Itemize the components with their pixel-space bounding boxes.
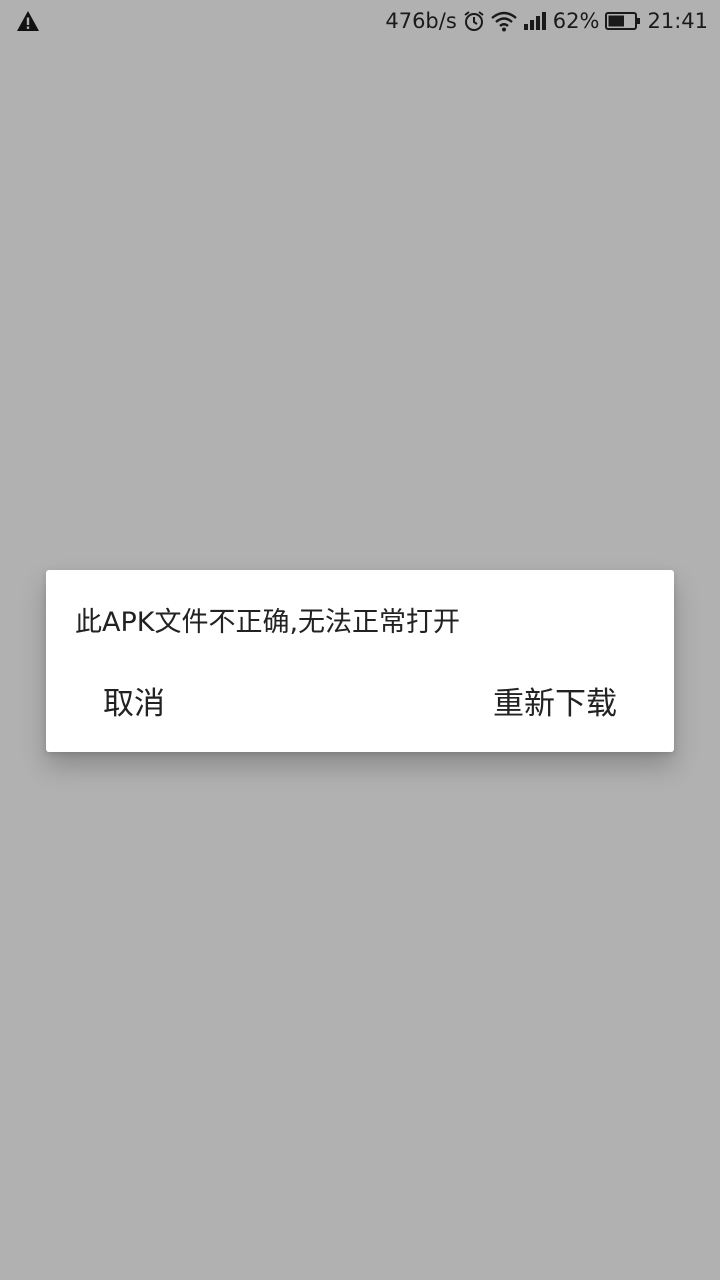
status-indicators: 476b/s 62% 21:41 (385, 0, 708, 42)
redownload-button[interactable]: 重新下载 (493, 678, 617, 730)
battery-fill (608, 15, 625, 27)
alarm-clock-icon (464, 11, 484, 31)
battery-percent: 62% (552, 9, 600, 33)
warning-triangle-icon (17, 11, 39, 31)
error-dialog: 此APK文件不正确,无法正常打开 取消 重新下载 (46, 570, 674, 752)
dialog-message: 此APK文件不正确,无法正常打开 (75, 607, 461, 638)
cancel-button[interactable]: 取消 (103, 678, 165, 730)
signal-bars-icon (523, 12, 546, 30)
wifi-icon (491, 11, 517, 32)
clock-time: 21:41 (647, 9, 708, 33)
status-bar: 476b/s 62% 21:41 (0, 0, 720, 42)
battery-icon (605, 12, 641, 30)
network-speed: 476b/s (385, 9, 457, 33)
